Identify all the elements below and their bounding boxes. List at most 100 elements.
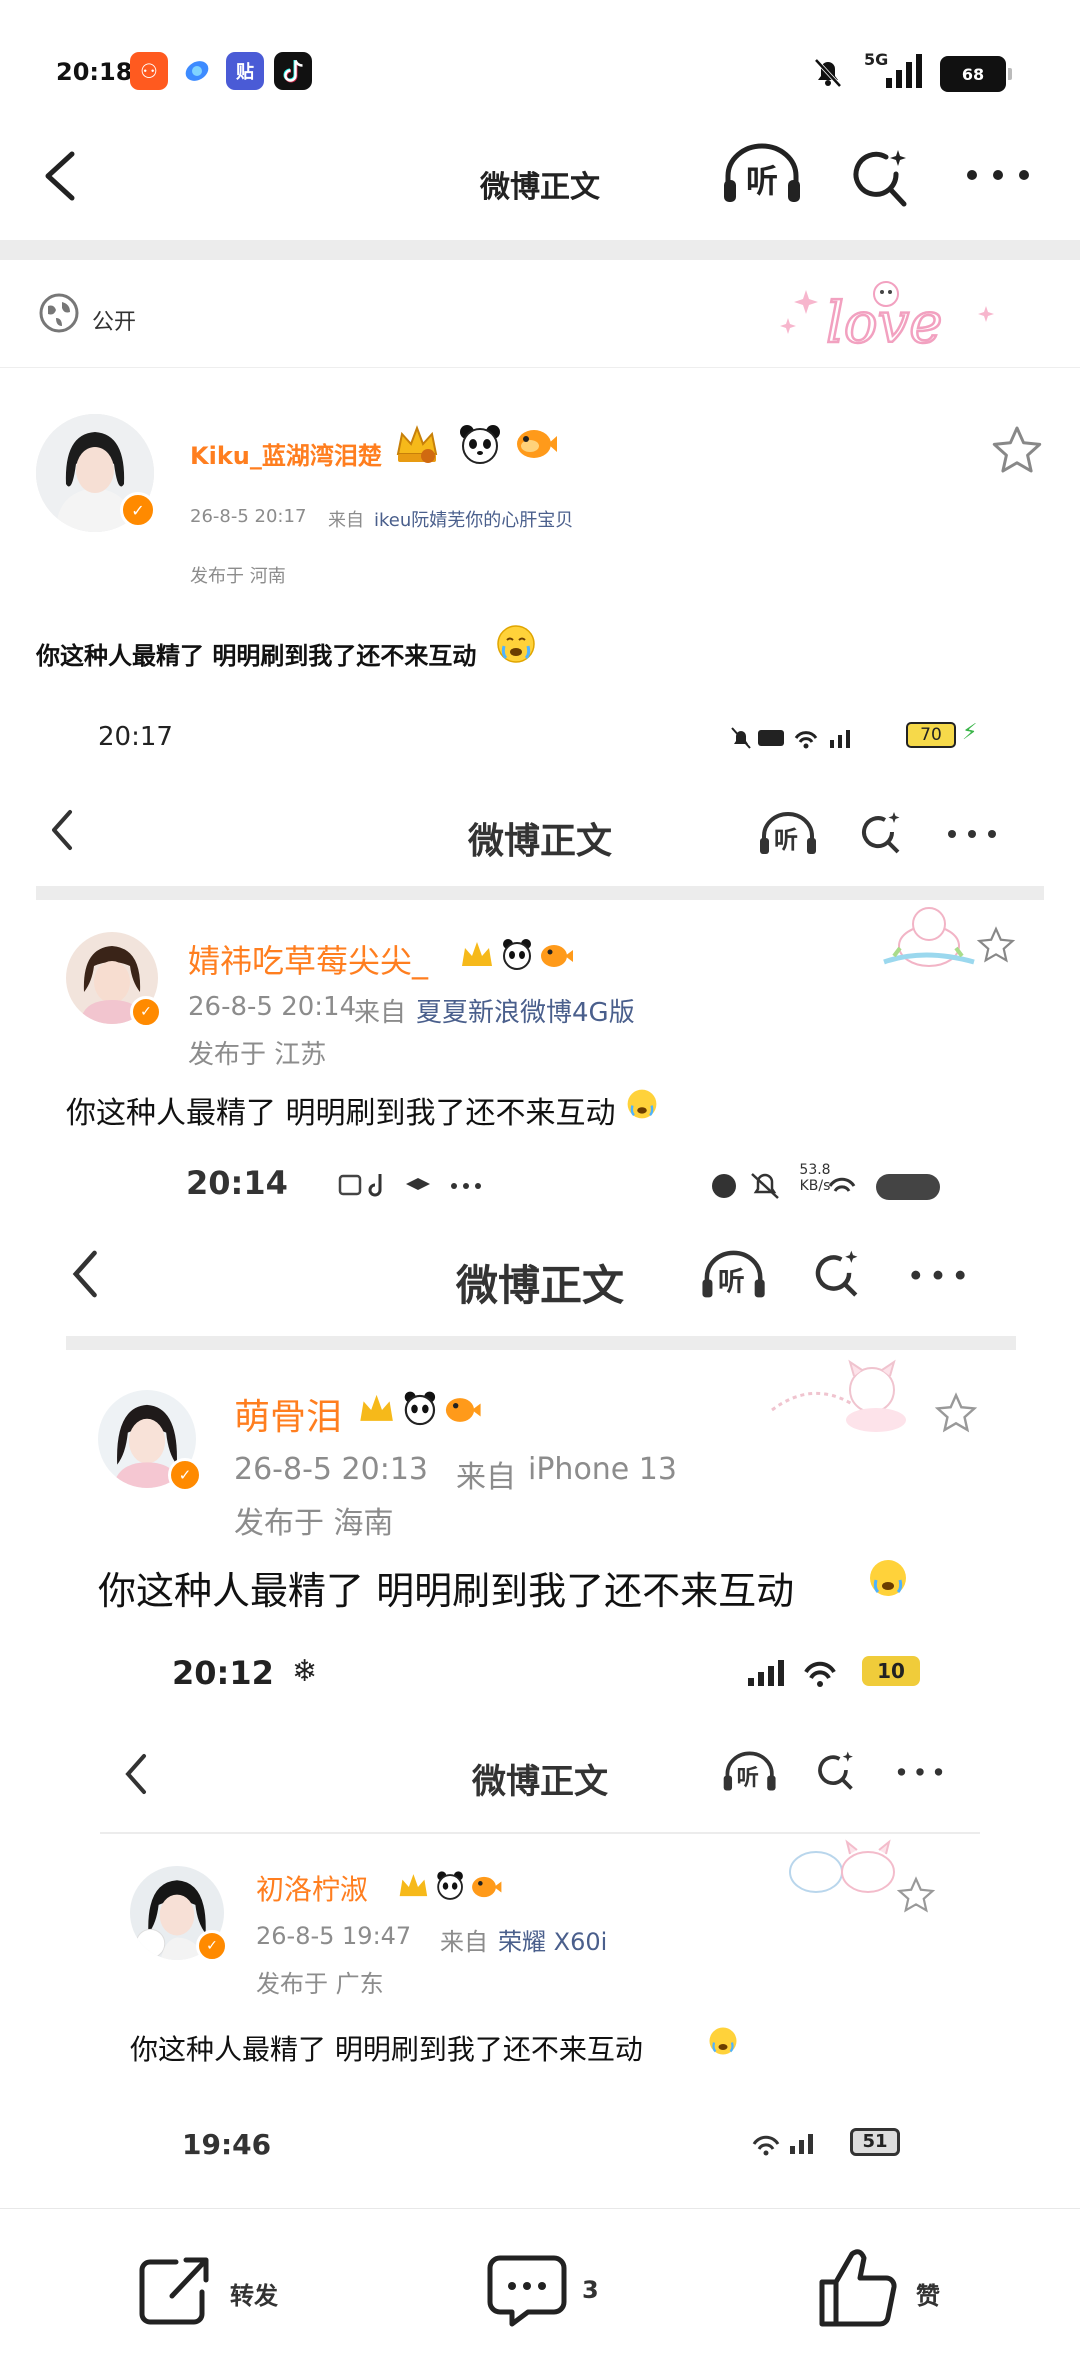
nested-cry-emoji-icon bbox=[708, 2026, 738, 2060]
panda-icon bbox=[458, 422, 502, 466]
signal-icon bbox=[880, 52, 926, 96]
fish-badge-icon bbox=[512, 422, 558, 466]
nested-timestamp: 26-8-5 20:14 bbox=[188, 992, 357, 1022]
nested-nav-icons: 听 bbox=[720, 1746, 970, 1800]
favorite-button[interactable] bbox=[990, 424, 1044, 480]
nested-divider-band bbox=[66, 1336, 1016, 1350]
nested-status-icons bbox=[744, 1658, 854, 1694]
nested-location: 发布于 江苏 bbox=[188, 1040, 327, 1070]
nested-username: 初洛柠淑 bbox=[256, 1873, 369, 1906]
share-arrow-icon bbox=[139, 2257, 209, 2325]
nested-sticker bbox=[874, 896, 984, 980]
visibility-label: 公开 bbox=[92, 310, 137, 335]
tiktok-app-icon bbox=[274, 52, 312, 90]
nested-verified-badge: ✓ bbox=[130, 996, 162, 1028]
nested-status-time: 19:46 bbox=[182, 2128, 272, 2161]
like-label: 赞 bbox=[916, 2282, 940, 2310]
divider-band bbox=[0, 240, 1080, 260]
embedded-screenshot-2: 20:14 53.8 KB/s 微博正文 听 ✓ 萌骨泪 26-8-5 20:1… bbox=[66, 1150, 1016, 1630]
nested-timestamp: 26-8-5 20:13 bbox=[234, 1452, 428, 1487]
nested-source-prefix: 来自 bbox=[440, 1928, 488, 1956]
nested-source: iPhone 13 bbox=[528, 1452, 677, 1487]
nested-source-prefix: 来自 bbox=[354, 998, 407, 1028]
nested-source: 夏夏新浪微博4G版 bbox=[416, 998, 635, 1028]
post-timestamp: 26-8-5 20:17 bbox=[190, 506, 307, 527]
nested-username: 萌骨泪 bbox=[234, 1397, 343, 1438]
comment-button[interactable]: 3 bbox=[486, 2248, 626, 2332]
comment-bubble-icon bbox=[487, 2255, 567, 2327]
nested-badges bbox=[396, 1868, 506, 1910]
svg-text:听: 听 bbox=[774, 826, 798, 854]
search-sparkle-icon bbox=[853, 150, 907, 207]
embedded-screenshot-3: 20:12 ❄ 10 微博正文 听 ✓ 初洛柠淑 26-8-5 19:47 来自… bbox=[100, 1640, 980, 2080]
mute-bell-icon bbox=[810, 54, 846, 94]
svg-text:听: 听 bbox=[718, 1267, 745, 1298]
nested-post-text: 你这种人最精了 明明刷到我了还不来互动 bbox=[66, 1096, 616, 1131]
svg-text:听: 听 bbox=[737, 1765, 759, 1791]
comment-count: 3 bbox=[582, 2276, 599, 2304]
status-bar: 20:18 ⚇ 贴 5G 68 bbox=[0, 0, 1080, 140]
nested-timestamp: 26-8-5 19:47 bbox=[256, 1922, 412, 1950]
nested-status-icons bbox=[750, 2128, 850, 2162]
username[interactable]: Kiku_蓝湖湾泪楚 bbox=[190, 436, 382, 471]
nested-location: 发布于 广东 bbox=[256, 1970, 384, 1998]
nested-battery: 70 bbox=[906, 722, 956, 748]
love-sticker: love bbox=[776, 270, 1006, 360]
nested-status-time: 20:14 bbox=[186, 1164, 288, 1202]
search-button[interactable] bbox=[846, 144, 914, 216]
verified-badge: ✓ bbox=[120, 492, 156, 528]
embedded-screenshot-4: 19:46 51 bbox=[150, 2110, 930, 2208]
nested-nav-icons: 听 bbox=[756, 808, 1026, 862]
browser-app-icon bbox=[178, 52, 216, 90]
nested-sticker bbox=[780, 1832, 910, 1906]
listen-button[interactable]: 听 bbox=[718, 140, 806, 210]
nested-status-time: 20:12 bbox=[172, 1654, 274, 1692]
post-text: 你这种人最精了 明明刷到我了还不来互动 bbox=[36, 642, 477, 670]
like-button[interactable]: 赞 bbox=[816, 2244, 976, 2332]
nested-post-text: 你这种人最精了 明明刷到我了还不来互动 bbox=[98, 1569, 795, 1613]
nested-star-icon bbox=[934, 1392, 978, 1438]
nested-star-icon bbox=[896, 1876, 936, 1918]
listen-label: 听 bbox=[746, 162, 779, 200]
snowflake-icon: ❄ bbox=[292, 1654, 318, 1689]
nested-location: 发布于 海南 bbox=[234, 1506, 394, 1541]
nested-battery: 51 bbox=[850, 2128, 900, 2156]
nested-status-time: 20:17 bbox=[98, 722, 173, 752]
tieba-app-icon: 贴 bbox=[226, 52, 264, 90]
nested-badges bbox=[356, 1388, 486, 1436]
more-dots-icon bbox=[967, 170, 1029, 180]
crown-badge-icon bbox=[394, 424, 440, 466]
more-button[interactable] bbox=[964, 160, 1034, 194]
nested-source: 荣耀 X60i bbox=[498, 1928, 608, 1956]
battery-indicator: 68 bbox=[940, 56, 1012, 92]
repost-label: 转发 bbox=[230, 2282, 278, 2310]
globe-icon bbox=[38, 292, 80, 338]
nested-star-icon bbox=[976, 926, 1016, 968]
nested-post-text: 你这种人最精了 明明刷到我了还不来互动 bbox=[130, 2033, 643, 2066]
nested-nav-icons: 听 bbox=[698, 1244, 998, 1308]
page-title: 微博正文 bbox=[480, 170, 600, 205]
star-icon bbox=[992, 426, 1042, 473]
status-time: 20:18 bbox=[56, 58, 133, 86]
nested-username: 婧祎吃草莓尖尖_ bbox=[188, 942, 429, 980]
nested-status-app-icons bbox=[336, 1170, 496, 1204]
nested-status-icons bbox=[730, 724, 870, 756]
nested-cry-emoji-icon bbox=[626, 1088, 658, 1124]
thumbs-up-icon bbox=[819, 2249, 897, 2327]
nested-verified-badge: ✓ bbox=[196, 1930, 228, 1962]
nested-badges bbox=[458, 936, 578, 980]
source-link[interactable]: ikeu阮婧芜你的心肝宝贝 bbox=[374, 506, 573, 532]
nested-cry-emoji-icon bbox=[868, 1558, 908, 1602]
cry-emoji-icon bbox=[496, 624, 536, 668]
source-prefix: 来自 bbox=[328, 510, 364, 531]
embedded-screenshot-1: 20:17 70 ⚡ 微博正文 听 ✓ 婧祎吃草莓尖尖_ 26-8-5 20:1… bbox=[36, 700, 1044, 1140]
post-location: 发布于 河南 bbox=[190, 566, 286, 587]
nested-speed: 53.8 KB/s bbox=[799, 1162, 831, 1194]
repost-button[interactable]: 转发 bbox=[130, 2248, 310, 2332]
nested-verified-badge: ✓ bbox=[168, 1458, 202, 1492]
nested-source-prefix: 来自 bbox=[456, 1460, 516, 1495]
nested-sticker bbox=[766, 1350, 926, 1444]
nested-battery: 10 bbox=[862, 1656, 920, 1686]
charging-icon: ⚡ bbox=[962, 720, 978, 745]
kuaishou-app-icon: ⚇ bbox=[130, 52, 168, 90]
